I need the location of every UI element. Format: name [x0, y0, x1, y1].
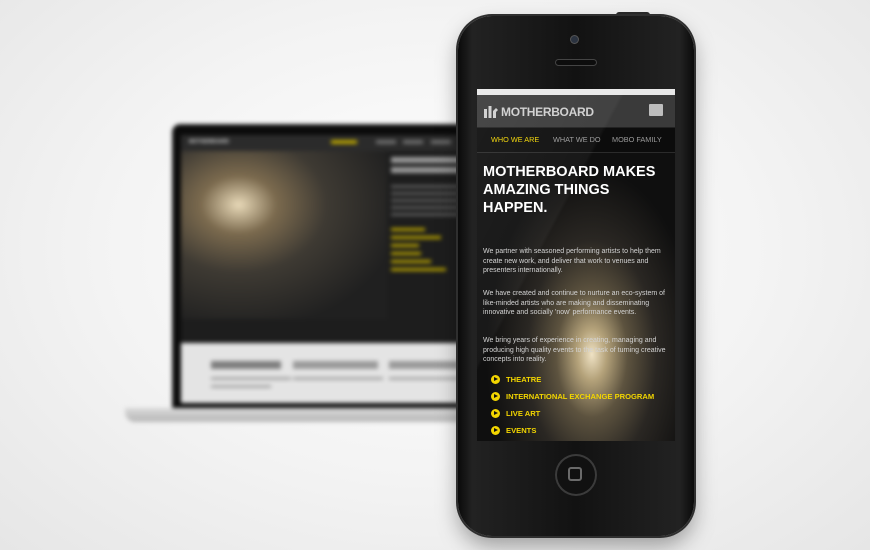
chevron-right-icon [491, 409, 500, 418]
site-header: MOTHERBOARD [477, 95, 675, 128]
laptop-logo: MOTHERBOARD [189, 139, 229, 145]
link-list: THEATRE INTERNATIONAL EXCHANGE PROGRAM L… [491, 375, 671, 441]
laptop-hero-image [181, 151, 387, 319]
laptop-nav-item [376, 140, 396, 144]
laptop-tab [293, 361, 378, 369]
speaker-grille [556, 60, 596, 65]
laptop-tab [211, 361, 281, 369]
nav-who-we-are[interactable]: WHO WE ARE [491, 135, 539, 144]
laptop-link [391, 236, 441, 239]
hero-content: MOTHERBOARD MAKES AMAZING THINGS HAPPEN.… [477, 153, 675, 441]
page-headline: MOTHERBOARD MAKES AMAZING THINGS HAPPEN. [483, 164, 656, 216]
menu-icon[interactable] [649, 104, 663, 116]
laptop-row [293, 377, 383, 380]
site-logo[interactable]: MOTHERBOARD [501, 105, 594, 119]
phone-screen: MOTHERBOARD WHO WE ARE WHAT WE DO MOBO F… [477, 89, 675, 441]
chevron-right-icon [491, 375, 500, 384]
link-label: LIVE ART [506, 409, 541, 418]
link-live-art[interactable]: LIVE ART [491, 409, 671, 426]
link-label: EVENTS [506, 426, 537, 435]
link-label: THEATRE [506, 375, 542, 384]
chevron-right-icon [491, 426, 500, 435]
laptop-row [211, 377, 291, 380]
intro-paragraph: We partner with seasoned performing arti… [483, 248, 661, 274]
link-international-exchange[interactable]: INTERNATIONAL EXCHANGE PROGRAM [491, 392, 671, 409]
laptop-nav-item [331, 140, 357, 144]
laptop-link [391, 228, 425, 231]
laptop-nav-item [403, 140, 423, 144]
laptop-nav-item [431, 140, 451, 144]
laptop-link [391, 260, 431, 263]
laptop-row [211, 385, 271, 388]
chevron-right-icon [491, 392, 500, 401]
motherboard-logo-icon [484, 106, 498, 118]
intro-paragraph: We have created and continue to nurture … [483, 290, 665, 316]
nav-what-we-do[interactable]: WHAT WE DO [553, 135, 601, 144]
phone-mockup: MOTHERBOARD WHO WE ARE WHAT WE DO MOBO F… [458, 16, 694, 536]
home-button[interactable] [555, 454, 597, 496]
nav-mobo-family[interactable]: MOBO FAMILY [612, 135, 662, 144]
link-label: INTERNATIONAL EXCHANGE PROGRAM [506, 392, 655, 401]
camera-icon [571, 36, 578, 43]
laptop-link [391, 244, 419, 247]
laptop-link [391, 268, 446, 271]
laptop-link [391, 252, 421, 255]
link-theatre[interactable]: THEATRE [491, 375, 671, 392]
home-square-icon [568, 467, 582, 481]
intro-paragraph: We bring years of experience in creating… [483, 337, 666, 363]
site-nav: WHO WE ARE WHAT WE DO MOBO FAMILY [477, 128, 675, 153]
link-events[interactable]: EVENTS [491, 426, 671, 441]
